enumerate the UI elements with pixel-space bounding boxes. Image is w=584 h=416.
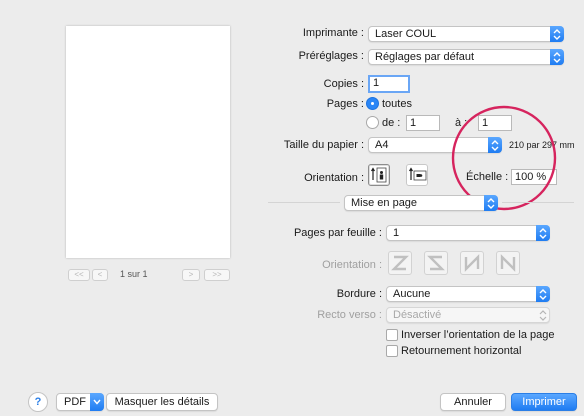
n-layout-icon[interactable]	[496, 251, 520, 275]
pages-label: Pages :	[326, 98, 364, 110]
z-layout-icon[interactable]	[388, 251, 412, 275]
preview-page	[66, 26, 230, 258]
presets-select[interactable]: Réglages par défaut	[368, 49, 564, 65]
chevron-updown-icon	[550, 26, 564, 42]
landscape-orientation-icon[interactable]	[406, 164, 428, 186]
section-divider-right	[502, 202, 574, 203]
pages-all-label: toutes	[382, 98, 412, 110]
duplex-select[interactable]: Désactivé	[386, 307, 550, 323]
section-select[interactable]: Mise en page	[344, 195, 498, 211]
cancel-button[interactable]: Annuler	[440, 393, 506, 411]
pages-range-radio[interactable]	[366, 116, 379, 129]
printer-value: Laser COUL	[375, 28, 437, 40]
section-value: Mise en page	[351, 197, 418, 209]
chevron-updown-icon	[536, 225, 550, 241]
border-value: Aucune	[393, 288, 431, 300]
pages-per-sheet-label: Pages par feuille :	[293, 227, 382, 239]
horizontal-flip-checkbox[interactable]	[386, 345, 398, 357]
printer-select[interactable]: Laser COUL	[368, 26, 564, 42]
last-page-button[interactable]: >>	[204, 269, 230, 281]
chevron-updown-icon	[550, 49, 564, 65]
duplex-value: Désactivé	[393, 309, 442, 321]
first-page-button[interactable]: <<	[68, 269, 90, 281]
chevron-updown-icon	[536, 286, 550, 302]
layout-direction-label: Orientation :	[322, 259, 382, 271]
help-button[interactable]: ?	[28, 392, 48, 412]
chevron-updown-icon	[536, 307, 550, 323]
pages-all-radio[interactable]	[366, 97, 379, 110]
pdf-button[interactable]: PDF	[56, 393, 104, 411]
reverse-orientation-label: Inverser l’orientation de la page	[401, 329, 555, 341]
help-icon: ?	[34, 396, 42, 408]
paper-size-value: A4	[375, 139, 389, 151]
pages-from-label: de :	[382, 117, 401, 129]
next-page-button[interactable]: >	[182, 269, 200, 281]
section-divider-left	[268, 202, 340, 203]
chevron-updown-icon	[484, 195, 498, 211]
pages-per-sheet-select[interactable]: 1	[386, 225, 550, 241]
print-button[interactable]: Imprimer	[511, 393, 577, 411]
s-layout-icon[interactable]	[424, 251, 448, 275]
copies-label: Copies :	[323, 78, 364, 90]
horizontal-flip-label: Retournement horizontal	[401, 345, 522, 357]
chevron-down-icon	[90, 393, 104, 411]
pages-per-sheet-value: 1	[393, 227, 400, 239]
orientation-label: Orientation :	[304, 172, 364, 184]
pages-from-field[interactable]: 1	[406, 115, 440, 131]
presets-value: Réglages par défaut	[375, 51, 475, 63]
prev-page-button[interactable]: <	[92, 269, 108, 281]
border-select[interactable]: Aucune	[386, 286, 550, 302]
paper-size-label: Taille du papier :	[283, 139, 364, 151]
pdf-label: PDF	[64, 396, 86, 408]
reverse-orientation-checkbox[interactable]	[386, 329, 398, 341]
portrait-orientation-icon[interactable]	[368, 164, 390, 186]
presets-label: Préréglages :	[298, 50, 364, 62]
border-label: Bordure :	[336, 288, 382, 300]
printer-label: Imprimante :	[302, 27, 364, 39]
copies-field[interactable]: 1	[368, 75, 410, 93]
n-reverse-layout-icon[interactable]	[460, 251, 484, 275]
hide-details-button[interactable]: Masquer les détails	[106, 393, 218, 411]
duplex-label: Recto verso :	[317, 309, 382, 321]
page-indicator: 1 sur 1	[120, 269, 148, 279]
